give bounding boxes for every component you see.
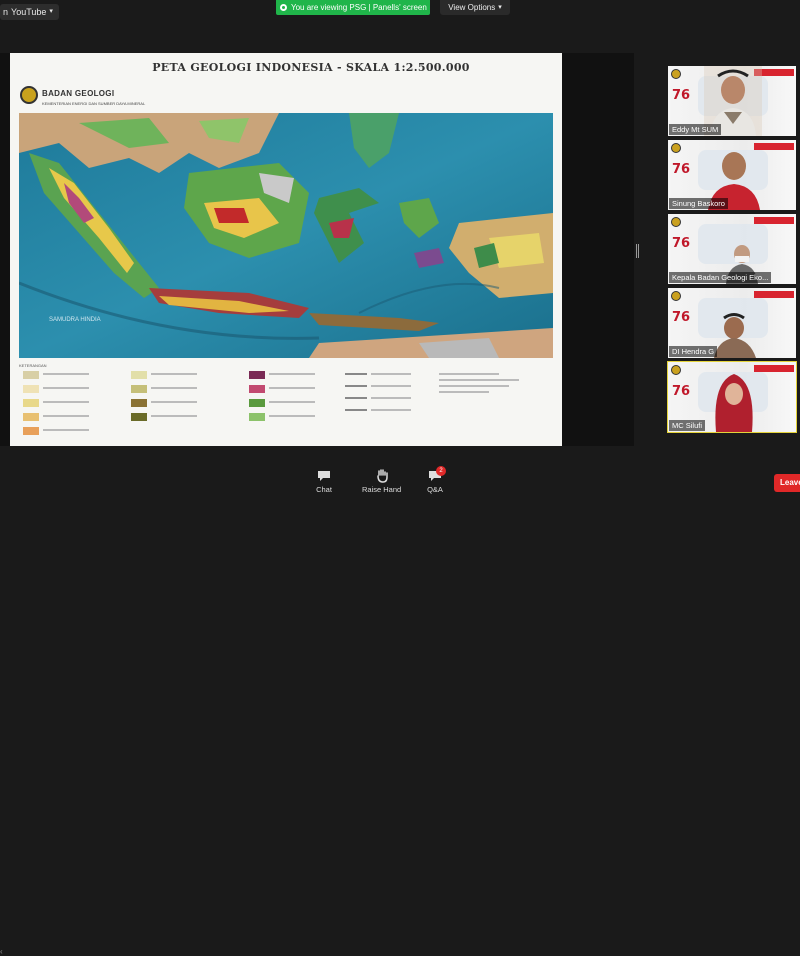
legend-line-symbol xyxy=(345,385,367,387)
youtube-prefix: n xyxy=(3,7,9,17)
legend-text-line xyxy=(371,385,411,387)
legend-swatch xyxy=(131,385,147,393)
legend-text-line xyxy=(151,387,197,389)
tile-number: 76 xyxy=(672,236,691,251)
legend-text-line xyxy=(43,415,89,417)
youtube-label: YouTube xyxy=(11,7,47,17)
meeting-controls-bar: ‹ Chat Raise Hand 2 Q&A xyxy=(0,463,800,956)
leave-button[interactable]: Leave xyxy=(774,474,800,492)
agency-header: BADAN GEOLOGI KEMENTERIAN ENERGI DAN SUM… xyxy=(20,83,145,106)
legend-swatch xyxy=(249,371,265,379)
chevron-down-icon: ▾ xyxy=(49,8,53,15)
agency-subtitle: KEMENTERIAN ENERGI DAN SUMBER DAYA MINER… xyxy=(42,101,146,106)
participant-name: Sinung Baskoro xyxy=(669,198,728,209)
viewing-text: You are viewing PSG | Panells' screen xyxy=(291,3,427,12)
shared-screen: PETA GEOLOGI INDONESIA - SKALA 1:2.500.0… xyxy=(0,53,634,446)
chat-label: Chat xyxy=(316,485,332,494)
tile-banner xyxy=(754,217,794,224)
badan-geologi-logo xyxy=(671,291,681,301)
tile-number: 76 xyxy=(672,384,691,399)
legend-text-line xyxy=(43,401,89,403)
legend-note-line xyxy=(439,373,499,375)
qa-button[interactable]: 2 Q&A xyxy=(427,466,446,494)
legend-text-line xyxy=(371,373,411,375)
slide-title: PETA GEOLOGI INDONESIA - SKALA 1:2.500.0… xyxy=(152,61,470,74)
presentation-slide: PETA GEOLOGI INDONESIA - SKALA 1:2.500.0… xyxy=(10,53,562,446)
badan-geologi-logo xyxy=(671,365,681,375)
legend-text-line xyxy=(151,401,197,403)
hand-icon xyxy=(374,469,390,483)
legend-swatch xyxy=(131,371,147,379)
legend-swatch xyxy=(249,385,265,393)
legend-swatch xyxy=(131,413,147,421)
agency-name: BADAN GEOLOGI xyxy=(42,89,115,98)
participant-avatar xyxy=(714,313,756,358)
tile-number: 76 xyxy=(672,310,691,325)
tile-banner xyxy=(754,291,794,298)
legend-swatch xyxy=(131,399,147,407)
raise-hand-button[interactable]: Raise Hand xyxy=(362,469,401,494)
participant-avatar xyxy=(715,374,753,432)
legend-note-line xyxy=(439,379,519,381)
participant-name: Eddy Mt SUM xyxy=(669,124,722,135)
view-options-button[interactable]: View Options ▾ xyxy=(440,0,510,15)
legend-text-line xyxy=(371,397,411,399)
tile-number: 76 xyxy=(672,88,691,103)
legend-swatch xyxy=(23,371,39,379)
screen-share-icon xyxy=(280,4,287,11)
view-options-label: View Options xyxy=(448,3,496,12)
geology-map-image: SAMUDRA HINDIA xyxy=(19,113,553,358)
qa-icon: 2 xyxy=(427,466,446,483)
legend-title: KETERANGAN xyxy=(19,363,47,368)
badan-geologi-logo xyxy=(671,143,681,153)
map-legend: KETERANGAN xyxy=(19,363,553,443)
viewing-screen-banner: You are viewing PSG | Panells' screen xyxy=(276,0,430,15)
legend-swatch xyxy=(23,399,39,407)
legend-note-line xyxy=(439,391,489,393)
chat-button[interactable]: Chat xyxy=(316,469,332,494)
video-tile-active-speaker[interactable]: 76 MC Silufi xyxy=(667,361,797,433)
map-sea-label: SAMUDRA HINDIA xyxy=(49,317,101,323)
badan-geologi-logo xyxy=(671,69,681,79)
participant-name: MC Silufi xyxy=(669,420,706,431)
video-tile[interactable]: 76 DI Hendra G xyxy=(668,288,796,358)
badan-geologi-logo xyxy=(20,85,38,104)
legend-line-symbol xyxy=(345,373,367,375)
legend-text-line xyxy=(151,373,197,375)
panel-resize-handle[interactable] xyxy=(636,244,639,258)
legend-text-line xyxy=(269,415,315,417)
legend-text-line xyxy=(43,373,89,375)
chevron-down-icon: ▾ xyxy=(498,4,502,11)
tile-number: 76 xyxy=(672,162,691,177)
legend-text-line xyxy=(151,415,197,417)
qa-badge: 2 xyxy=(436,466,446,476)
raise-hand-label: Raise Hand xyxy=(362,485,402,494)
control-bar-edge: ‹ xyxy=(0,947,3,956)
legend-line-symbol xyxy=(345,397,367,399)
legend-text-line xyxy=(269,373,315,375)
legend-text-line xyxy=(43,429,89,431)
top-bar: n YouTube ▾ You are viewing PSG | Panell… xyxy=(0,0,800,20)
video-tile[interactable]: 76 Kepala Badan Geologi Eko... xyxy=(668,214,796,284)
geology-map: SAMUDRA HINDIA xyxy=(19,113,553,358)
youtube-live-button[interactable]: n YouTube ▾ xyxy=(0,4,59,20)
participant-name: DI Hendra G xyxy=(669,346,718,357)
legend-swatch xyxy=(249,399,265,407)
video-tile[interactable]: 76 Eddy Mt SUM xyxy=(668,66,796,136)
legend-text-line xyxy=(269,401,315,403)
legend-text-line xyxy=(269,387,315,389)
participant-name: Kepala Badan Geologi Eko... xyxy=(669,272,772,283)
legend-swatch xyxy=(249,413,265,421)
legend-swatch xyxy=(23,385,39,393)
qa-label: Q&A xyxy=(427,485,443,494)
badan-geologi-logo xyxy=(671,217,681,227)
legend-note-line xyxy=(439,385,509,387)
legend-line-symbol xyxy=(345,409,367,411)
legend-text-line xyxy=(371,409,411,411)
video-tile[interactable]: 76 Sinung Baskoro xyxy=(668,140,796,210)
chat-icon xyxy=(316,469,332,483)
legend-swatch xyxy=(23,427,39,435)
legend-swatch xyxy=(23,413,39,421)
legend-text-line xyxy=(43,387,89,389)
